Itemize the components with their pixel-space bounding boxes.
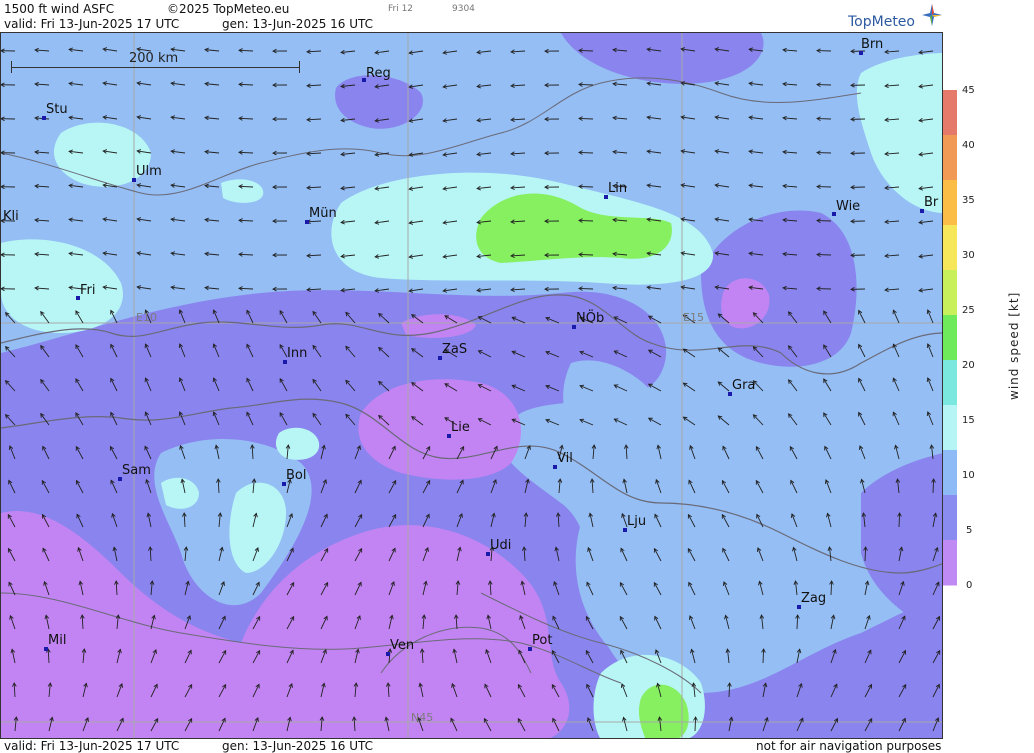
wind-arrow: [578, 117, 594, 120]
city-label: Brn: [861, 37, 884, 52]
wind-arrow: [728, 682, 731, 698]
footer-gen-time: gen: 13-Jun-2025 16 UTC: [222, 739, 374, 753]
wind-zone-violet-center: [358, 379, 521, 480]
product-title: 1500 ft wind ASFC: [4, 2, 115, 16]
wind-map[interactable]: 200 km E10 E15 N45 Brn Reg Stu Ulm Kli M…: [0, 32, 943, 739]
color-bar-segment: [943, 360, 957, 406]
legend-tick-15: 15: [962, 415, 975, 426]
gen-time: gen: 13-Jun-2025 16 UTC: [222, 17, 374, 31]
city-label: Stu: [46, 102, 68, 117]
footer-disclaimer: not for air navigation purposes: [756, 739, 942, 753]
city-label: Gra: [732, 378, 756, 393]
wind-arrow: [578, 287, 594, 290]
city-label: Zag: [801, 591, 827, 606]
compass-star-icon: [922, 4, 942, 26]
city-label: Reg: [366, 66, 391, 81]
city-label: Pot: [532, 633, 553, 648]
city-label: Inn: [287, 346, 308, 361]
city-label: Ulm: [136, 164, 162, 179]
legend-tick-10: 10: [962, 470, 975, 481]
copyright-text: ©2025 TopMeteo.eu: [167, 2, 290, 16]
wind-arrow: [762, 648, 765, 664]
city-label: NÖb: [576, 311, 605, 326]
color-bar-segment: [943, 135, 957, 181]
city-label: ZaS: [442, 342, 468, 357]
wind-arrow: [830, 580, 833, 596]
city-label: Sam: [122, 463, 151, 478]
color-bar-segment: [943, 540, 957, 586]
legend-title: wind speed [kt]: [1007, 291, 1021, 400]
city-label: Vil: [557, 451, 573, 466]
city-label: Lin: [608, 181, 628, 196]
grid-label-e15: E15: [683, 311, 704, 324]
color-bar-segment: [943, 90, 957, 136]
city-label: Udi: [490, 538, 512, 553]
wind-arrow: [578, 219, 594, 222]
color-bar-segment: [943, 270, 957, 316]
code-label: 9304: [452, 4, 475, 14]
legend-tick-35: 35: [962, 195, 975, 206]
color-bar-segment: [943, 450, 957, 496]
topmeteo-logo[interactable]: TopMeteo: [848, 4, 942, 32]
scale-bar-label: 200 km: [129, 51, 179, 66]
city-label: Wie: [836, 199, 861, 214]
legend-tick-25: 25: [962, 305, 975, 316]
color-bar-segment: [943, 180, 957, 226]
city-label: Mil: [48, 633, 67, 648]
wind-arrow: [578, 253, 594, 256]
wind-arrow: [578, 49, 594, 52]
city-label: Kli: [3, 209, 19, 224]
color-bar-segment: [943, 495, 957, 541]
legend-tick-30: 30: [962, 250, 975, 261]
wind-map-canvas: [1, 33, 942, 738]
city-label: Br: [924, 195, 939, 210]
legend-tick-20: 20: [962, 360, 975, 371]
city-label: Bol: [286, 468, 307, 483]
wind-arrow: [578, 185, 594, 188]
logo-text: TopMeteo: [848, 14, 915, 30]
city-label: Lju: [627, 514, 647, 529]
color-bar-segment: [943, 405, 957, 451]
day-tab-label[interactable]: Fri 12: [388, 4, 413, 14]
legend-tick-0: 0: [966, 580, 973, 591]
city-label: Fri: [80, 283, 96, 298]
wind-arrow: [578, 151, 594, 154]
wind-arrow: [694, 716, 697, 732]
wind-arrow: [796, 614, 799, 630]
legend-tick-45: 45: [962, 85, 975, 96]
wind-arrow: [898, 512, 901, 528]
legend-tick-5: 5: [966, 525, 973, 536]
valid-time: valid: Fri 13-Jun-2025 17 UTC: [4, 17, 180, 31]
grid-label-e10: E10: [136, 311, 157, 324]
city-label: Lie: [451, 420, 470, 435]
city-label: Mün: [309, 206, 337, 221]
wind-arrow: [932, 478, 935, 494]
wind-arrow: [578, 83, 594, 86]
grid-label-n45: N45: [411, 711, 434, 724]
scale-bar: 200 km: [11, 51, 301, 73]
footer-valid-time: valid: Fri 13-Jun-2025 17 UTC: [4, 739, 180, 753]
city-label: Ven: [390, 638, 415, 653]
color-bar-segment: [943, 225, 957, 271]
wind-arrow: [864, 546, 867, 562]
color-bar-segment: [943, 315, 957, 361]
legend-tick-40: 40: [962, 140, 975, 151]
